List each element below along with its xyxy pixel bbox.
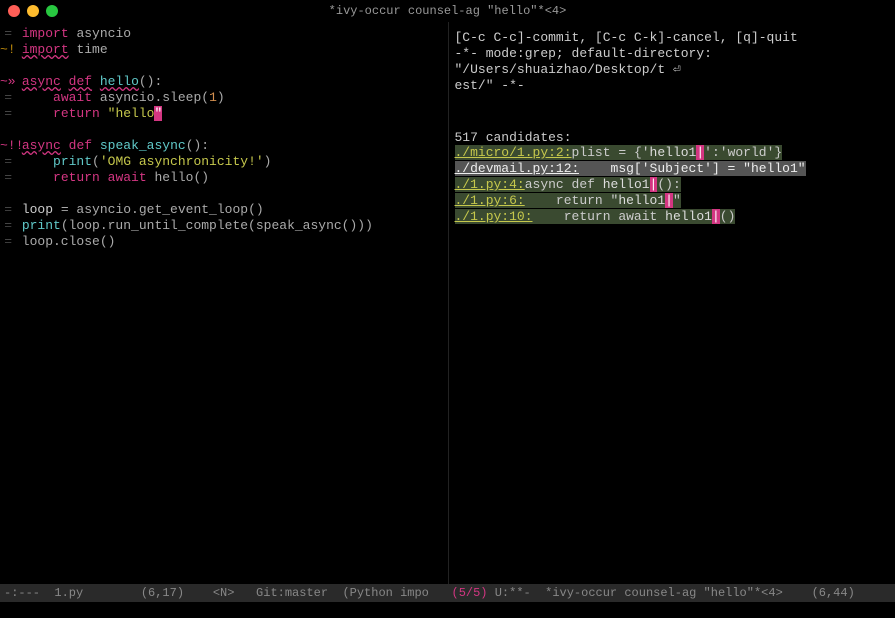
gutter-mark: ~» xyxy=(0,74,14,90)
gutter-mark: = xyxy=(0,90,14,106)
modelines: -:--- 1.py (6,17) <N> Git:master (Python… xyxy=(0,584,895,602)
code-line[interactable]: ~» async def hello(): xyxy=(0,74,442,90)
grep-header: [C-c C-c]-commit, [C-c C-k]-cancel, [q]-… xyxy=(449,26,890,98)
gutter-mark: = xyxy=(0,218,14,234)
code-line[interactable] xyxy=(0,122,442,138)
code-line[interactable] xyxy=(0,58,442,74)
search-results-pane[interactable]: [C-c C-c]-commit, [C-c C-k]-cancel, [q]-… xyxy=(448,22,895,584)
modeline-left: -:--- 1.py (6,17) <N> Git:master (Python… xyxy=(0,584,448,602)
candidates-count: 517 candidates: xyxy=(449,130,890,145)
minimize-icon[interactable] xyxy=(27,5,39,17)
code-line[interactable]: ~!! async def speak_async(): xyxy=(0,138,442,154)
result-line[interactable]: ./micro/1.py:2:plist = {'hello1|':'world… xyxy=(455,145,884,161)
code-line[interactable]: ~! import time xyxy=(0,42,442,58)
results-list: ./micro/1.py:2:plist = {'hello1|':'world… xyxy=(449,145,890,225)
code-line[interactable]: = loop.close() xyxy=(0,234,442,250)
gutter-mark: ~!! xyxy=(0,138,14,154)
code-line[interactable]: = loop = asyncio.get_event_loop() xyxy=(0,202,442,218)
result-line[interactable]: ./1.py:6: return "hello1|" xyxy=(455,193,884,209)
result-line[interactable]: ./1.py:10: return await hello1|() xyxy=(455,209,884,225)
gutter-mark: = xyxy=(0,106,14,122)
titlebar: *ivy-occur counsel-ag "hello"*<4> xyxy=(0,0,895,22)
window-title: *ivy-occur counsel-ag "hello"*<4> xyxy=(58,4,837,18)
code-line[interactable]: = print(loop.run_until_complete(speak_as… xyxy=(0,218,442,234)
gutter-mark: ~! xyxy=(0,42,14,58)
minibuffer[interactable] xyxy=(0,602,895,618)
code-line[interactable]: = return await hello() xyxy=(0,170,442,186)
code-line[interactable]: = return "hello" xyxy=(0,106,442,122)
result-line[interactable]: ./1.py:4:async def hello1|(): xyxy=(455,177,884,193)
gutter-mark: = xyxy=(0,26,14,42)
code-line[interactable] xyxy=(0,186,442,202)
gutter-mark: = xyxy=(0,202,14,218)
close-icon[interactable] xyxy=(8,5,20,17)
result-line[interactable]: ./devmail.py:12: msg['Subject'] = "hello… xyxy=(455,161,884,177)
gutter-mark: = xyxy=(0,154,14,170)
gutter-mark: = xyxy=(0,234,14,250)
maximize-icon[interactable] xyxy=(46,5,58,17)
gutter-mark: = xyxy=(0,170,14,186)
modeline-right: (5/5) U:**- *ivy-occur counsel-ag "hello… xyxy=(448,584,895,602)
code-line[interactable]: = import asyncio xyxy=(0,26,442,42)
code-editor-pane[interactable]: = import asyncio~! import time ~» async … xyxy=(0,22,448,584)
code-line[interactable]: = print('OMG asynchronicity!') xyxy=(0,154,442,170)
traffic-lights xyxy=(8,5,58,17)
code-line[interactable]: = await asyncio.sleep(1) xyxy=(0,90,442,106)
